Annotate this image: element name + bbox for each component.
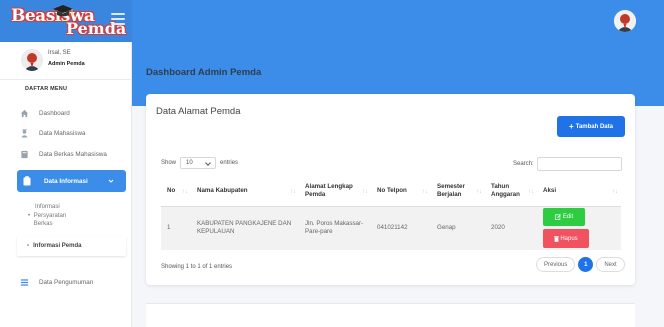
chevron-down-icon bbox=[108, 179, 114, 183]
cell-telpon: 041021142 bbox=[371, 206, 431, 250]
column-header-tahun[interactable]: Tahun Anggaran ↑↓ bbox=[485, 176, 537, 207]
add-data-button[interactable]: + Tambah Data bbox=[557, 116, 625, 137]
cell-aksi: Edit Hapus bbox=[537, 206, 621, 250]
sort-icon: ↑↓ bbox=[528, 189, 534, 195]
column-header-no[interactable]: No ↑↓ bbox=[161, 176, 191, 207]
column-header-no-telpon[interactable]: No Telpon ↑↓ bbox=[371, 176, 431, 207]
sort-icon: ↑↓ bbox=[476, 189, 482, 195]
card-title: Data Alamat Pemda bbox=[156, 106, 241, 117]
pagination: Previous 1 Next bbox=[536, 257, 625, 272]
entries-label: entries bbox=[220, 160, 239, 166]
clipboard-icon bbox=[23, 176, 31, 186]
bullet-icon: • bbox=[28, 213, 31, 219]
profile-role: Admin Pemda bbox=[48, 61, 85, 67]
user-avatar[interactable] bbox=[614, 10, 636, 32]
book-icon bbox=[21, 150, 28, 158]
entries-length-control: Show 10 entries bbox=[161, 157, 238, 169]
delete-label: Hapus bbox=[560, 235, 578, 242]
sort-icon: ↑↓ bbox=[182, 189, 188, 195]
edit-label: Edit bbox=[562, 214, 574, 221]
add-data-label: Tambah Data bbox=[575, 123, 613, 130]
cell-semester: Genap bbox=[431, 206, 485, 250]
search-label: Search: bbox=[513, 161, 534, 167]
cell-alamat: Jln. Poros Makassar-Pare-pare bbox=[299, 206, 371, 250]
edit-button[interactable]: Edit bbox=[543, 208, 585, 227]
submenu-informasi-pemda[interactable]: • Informasi Pemda bbox=[17, 236, 126, 256]
sidebar-item-data-berkas-mahasiswa[interactable]: Data Berkas Mahasiswa bbox=[20, 147, 122, 161]
trash-icon bbox=[554, 236, 560, 242]
entries-select[interactable]: 10 bbox=[180, 157, 217, 169]
sort-icon: ↑↓ bbox=[362, 189, 368, 195]
sidebar-item-label: Data Pengumuman bbox=[39, 278, 94, 286]
plus-icon: + bbox=[569, 122, 574, 131]
sidebar-item-label: Data Informasi bbox=[44, 177, 88, 185]
sidebar-item-data-informasi[interactable]: Data Informasi bbox=[17, 170, 126, 192]
data-card: Data Alamat Pemda + Tambah Data Show 10 … bbox=[146, 94, 635, 285]
menu-toggle-icon[interactable] bbox=[111, 13, 125, 25]
data-table: No ↑↓ Nama Kabupaten ↑↓ Alamat Lengkap Pem… bbox=[161, 176, 621, 250]
sidebar-item-data-pengumuman[interactable]: Data Pengumuman bbox=[20, 275, 122, 289]
user-avatar-image bbox=[614, 10, 636, 32]
pagination-page-1[interactable]: 1 bbox=[578, 257, 594, 272]
search-control: Search: bbox=[513, 157, 622, 171]
profile-name: Irsal, SE bbox=[48, 50, 71, 56]
submenu-label: Persyaratan Berkas bbox=[33, 213, 67, 227]
list-icon bbox=[20, 278, 29, 286]
cell-no: 1 bbox=[161, 206, 191, 250]
pagination-next[interactable]: Next bbox=[596, 257, 625, 272]
cell-kabupaten: KABUPATEN PANGKAJENE DAN KEPULAUAN bbox=[191, 206, 299, 250]
top-navbar: Beasiswa Pemda bbox=[0, 0, 664, 42]
delete-button[interactable]: Hapus bbox=[543, 229, 589, 249]
sidebar-profile: Irsal, SE Admin Pemda bbox=[0, 42, 132, 80]
submenu-label: Informasi Pemda bbox=[33, 243, 82, 249]
pagination-previous[interactable]: Previous bbox=[536, 257, 576, 272]
table-row: 1 KABUPATEN PANGKAJENE DAN KEPULAUAN Jln… bbox=[161, 206, 621, 250]
column-header-alamat[interactable]: Alamat Lengkap Pemda ↑↓ bbox=[299, 176, 371, 207]
sidebar-item-label: Data Mahasiswa bbox=[39, 129, 86, 137]
footer bbox=[146, 303, 635, 327]
table-info: Showing 1 to 1 of 1 entries bbox=[161, 264, 233, 270]
graduation-cap-icon bbox=[53, 5, 73, 17]
sidebar-item-label: Dashboard bbox=[39, 109, 70, 117]
sidebar-item-dashboard[interactable]: Dashboard bbox=[20, 106, 122, 120]
cell-tahun: 2020 bbox=[485, 206, 537, 250]
profile-avatar bbox=[21, 49, 43, 71]
menu-header: DAFTAR MENU bbox=[25, 86, 68, 92]
page-title: Dashboard Admin Pemda bbox=[146, 67, 262, 78]
submenu-informasi[interactable]: Informasi bbox=[35, 203, 60, 211]
edit-icon bbox=[554, 214, 561, 221]
search-input[interactable] bbox=[536, 157, 622, 171]
submenu-persyaratan-berkas[interactable]: • Persyaratan Berkas bbox=[28, 212, 82, 228]
bullet-icon: • bbox=[27, 243, 30, 249]
column-header-aksi[interactable]: Aksi ↑↓ bbox=[537, 176, 621, 207]
sidebar-item-data-mahasiswa[interactable]: Data Mahasiswa bbox=[20, 126, 122, 140]
sidebar: Irsal, SE Admin Pemda DAFTAR MENU Dashbo… bbox=[0, 42, 132, 327]
sort-icon: ↑↓ bbox=[612, 189, 618, 195]
sidebar-item-label: Data Berkas Mahasiswa bbox=[39, 150, 107, 158]
home-icon bbox=[20, 109, 29, 117]
column-header-nama-kabupaten[interactable]: Nama Kabupaten ↑↓ bbox=[191, 176, 299, 207]
column-header-semester[interactable]: Semester Berjalan ↑↓ bbox=[431, 176, 485, 207]
sort-icon: ↑↓ bbox=[290, 189, 296, 195]
user-graduate-icon bbox=[21, 128, 28, 138]
show-label: Show bbox=[161, 160, 177, 166]
sort-icon: ↑↓ bbox=[422, 189, 428, 195]
